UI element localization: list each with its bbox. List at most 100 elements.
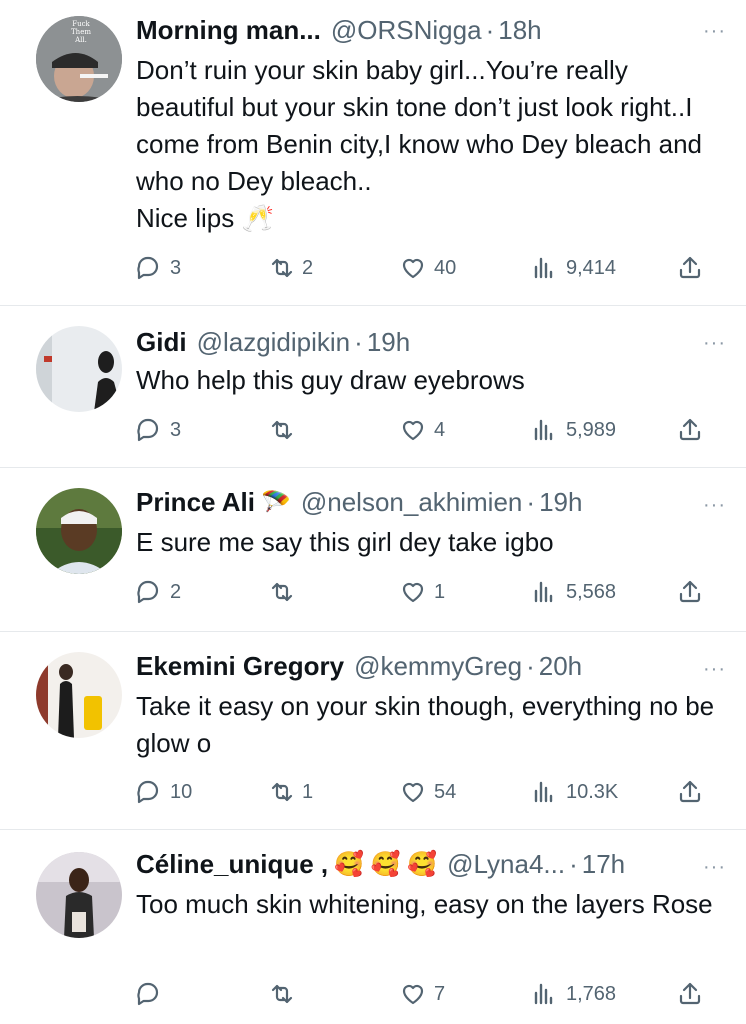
- share-button[interactable]: [678, 572, 704, 612]
- separator-dot: ·: [485, 14, 495, 45]
- retweet-button[interactable]: 2: [268, 248, 313, 288]
- views-icon: [534, 419, 553, 441]
- like-button[interactable]: 54: [400, 772, 456, 812]
- tweet-header: Prince Ali 🪂 @nelson_akhimien · 19h: [136, 484, 726, 520]
- action-bar: 3 4 5,989: [136, 410, 716, 450]
- user-handle[interactable]: @nelson_akhimien: [301, 487, 523, 518]
- retweet-icon: [271, 582, 293, 602]
- share-icon: [679, 982, 701, 1005]
- retweet-count: 2: [302, 256, 314, 279]
- display-name[interactable]: Gidi: [136, 327, 187, 358]
- timestamp[interactable]: 19h: [367, 327, 410, 358]
- view-count: 10.3K: [566, 780, 619, 803]
- more-options-icon[interactable]: ···: [703, 658, 726, 681]
- tweet[interactable]: Fuck Them All. Morning man... @ORSNigga …: [0, 0, 746, 306]
- like-count: 54: [434, 780, 457, 803]
- share-button[interactable]: [678, 248, 704, 288]
- avatar[interactable]: Fuck Them All.: [36, 16, 122, 102]
- views-icon: [534, 581, 553, 603]
- share-icon: [679, 780, 701, 803]
- user-handle[interactable]: @lazgidipikin: [197, 327, 351, 358]
- share-icon: [679, 256, 701, 279]
- like-button[interactable]: 7: [400, 974, 445, 1014]
- share-button[interactable]: [678, 410, 704, 450]
- views-button[interactable]: 9,414: [532, 248, 616, 288]
- retweet-button[interactable]: 1: [268, 772, 313, 812]
- avatar[interactable]: [36, 326, 122, 412]
- like-button[interactable]: 40: [400, 248, 456, 288]
- timestamp[interactable]: 18h: [498, 15, 541, 46]
- display-name[interactable]: Prince Ali: [136, 487, 255, 518]
- tweet-header: Céline_unique , 🥰 🥰 🥰 @Lyna4... · 17h: [136, 846, 726, 882]
- tweet-text: E sure me say this girl dey take igbo: [136, 527, 554, 557]
- separator-dot: ·: [569, 848, 578, 879]
- share-button[interactable]: [678, 974, 704, 1014]
- name-emoji: 🥰 🥰 🥰: [334, 850, 438, 878]
- heart-icon: [402, 782, 424, 803]
- reply-button[interactable]: 2: [136, 572, 181, 612]
- more-options-icon[interactable]: ···: [703, 494, 726, 517]
- heart-icon: [402, 582, 424, 603]
- like-count: 40: [434, 256, 457, 279]
- display-name[interactable]: Ekemini Gregory: [136, 651, 344, 682]
- share-button[interactable]: [678, 772, 704, 812]
- separator-dot: ·: [526, 650, 535, 681]
- more-options-icon[interactable]: ···: [703, 332, 726, 355]
- user-handle[interactable]: @kemmyGreg: [354, 651, 522, 682]
- like-button[interactable]: 4: [400, 410, 445, 450]
- like-button[interactable]: 1: [400, 572, 445, 612]
- tweet[interactable]: Prince Ali 🪂 @nelson_akhimien · 19h ··· …: [0, 468, 746, 632]
- display-name[interactable]: Morning man...: [136, 15, 321, 46]
- tweet-header: Morning man... @ORSNigga · 18h: [136, 12, 726, 48]
- reply-button[interactable]: 10: [136, 772, 192, 812]
- name-emoji: 🪂: [260, 488, 291, 516]
- display-name[interactable]: Céline_unique ,: [136, 849, 328, 880]
- tweet[interactable]: Céline_unique , 🥰 🥰 🥰 @Lyna4... · 17h ··…: [0, 830, 746, 1024]
- avatar[interactable]: [36, 488, 122, 574]
- reply-count: 3: [170, 256, 182, 279]
- tweet-text: Take it easy on your skin though, everyt…: [136, 691, 715, 758]
- share-icon: [679, 580, 701, 603]
- tweet-text: Don’t ruin your skin baby girl...You’re …: [136, 55, 703, 233]
- reply-icon: [137, 580, 159, 604]
- timestamp[interactable]: 17h: [582, 849, 625, 880]
- reply-button[interactable]: [136, 974, 170, 1014]
- views-button[interactable]: 5,568: [532, 572, 616, 612]
- action-bar: 7 1,768: [136, 974, 716, 1014]
- user-handle[interactable]: @Lyna4...: [447, 849, 565, 880]
- views-icon: [534, 983, 553, 1005]
- tweet-text: Too much skin whitening, easy on the lay…: [136, 889, 713, 919]
- retweet-icon: [271, 258, 293, 278]
- reply-button[interactable]: 3: [136, 410, 181, 450]
- avatar[interactable]: [36, 652, 122, 738]
- tweet[interactable]: Gidi @lazgidipikin · 19h ··· Who help th…: [0, 306, 746, 468]
- views-icon: [534, 257, 553, 279]
- retweet-icon: [271, 420, 293, 440]
- tweet-header: Ekemini Gregory @kemmyGreg · 20h: [136, 648, 726, 684]
- retweet-button[interactable]: [268, 974, 302, 1014]
- retweet-button[interactable]: [268, 572, 302, 612]
- reply-icon: [137, 780, 159, 804]
- tweet-text: Who help this guy draw eyebrows: [136, 365, 525, 395]
- view-count: 1,768: [566, 982, 617, 1005]
- action-bar: 2 1 5,568: [136, 572, 716, 612]
- timestamp[interactable]: 20h: [539, 651, 582, 682]
- retweet-icon: [271, 782, 293, 802]
- avatar[interactable]: [36, 852, 122, 938]
- reply-icon: [137, 256, 159, 280]
- heart-icon: [402, 420, 424, 441]
- tweet[interactable]: Ekemini Gregory @kemmyGreg · 20h ··· Tak…: [0, 632, 746, 830]
- reply-button[interactable]: 3: [136, 248, 181, 288]
- views-button[interactable]: 1,768: [532, 974, 616, 1014]
- timestamp[interactable]: 19h: [539, 487, 582, 518]
- more-options-icon[interactable]: ···: [703, 856, 726, 879]
- action-bar: 3 2 40 9,414: [136, 248, 716, 288]
- heart-icon: [402, 258, 424, 279]
- avatar-caption: Fuck Them All.: [71, 20, 91, 44]
- more-options-icon[interactable]: ···: [703, 20, 726, 43]
- user-handle[interactable]: @ORSNigga: [331, 15, 482, 46]
- retweet-button[interactable]: [268, 410, 302, 450]
- reply-icon: [137, 982, 159, 1006]
- views-button[interactable]: 10.3K: [532, 772, 618, 812]
- views-button[interactable]: 5,989: [532, 410, 616, 450]
